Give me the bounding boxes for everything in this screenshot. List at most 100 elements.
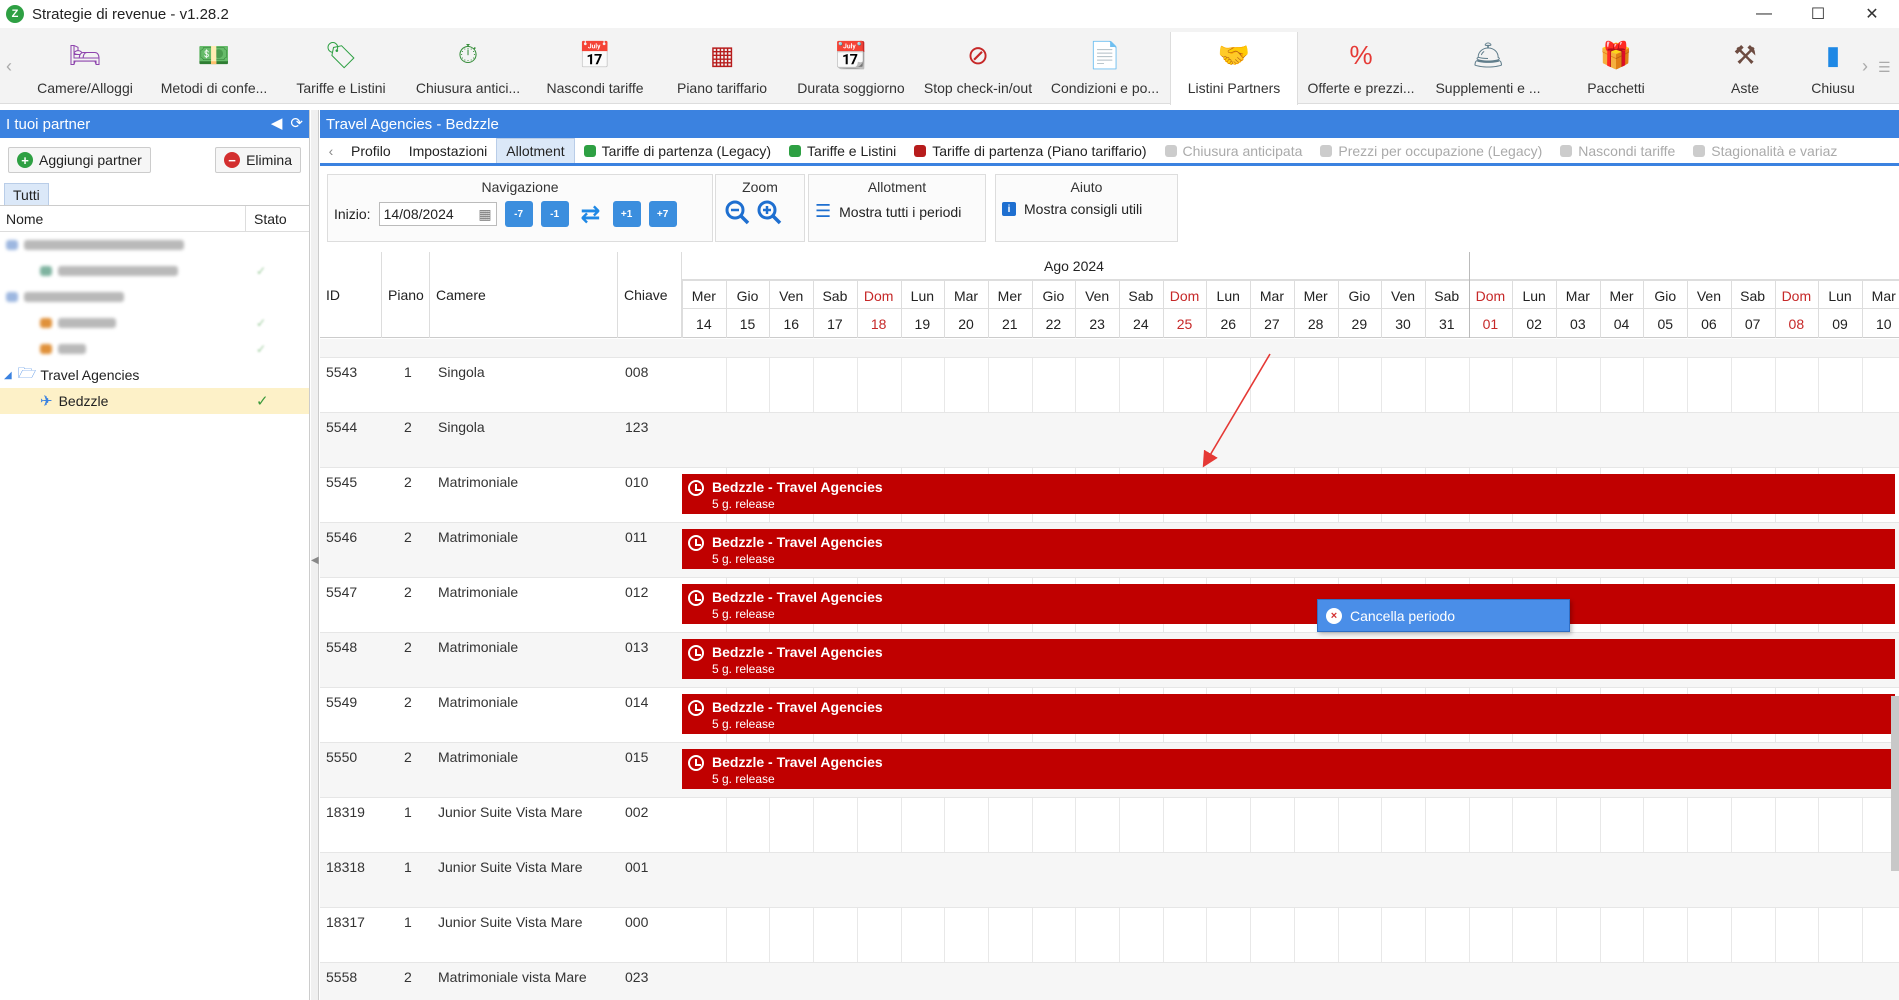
- list-icon: ☰: [815, 201, 832, 221]
- column-header-floor[interactable]: Piano: [382, 252, 430, 338]
- tree-item-blurred-child-1[interactable]: ✓: [0, 258, 309, 284]
- tree-item-blurred-group-1[interactable]: [0, 232, 309, 258]
- tab-7[interactable]: Prezzi per occupazione (Legacy): [1311, 138, 1551, 163]
- table-row[interactable]: 18319 1 Junior Suite Vista Mare 002: [320, 798, 1899, 853]
- day-separator: [1337, 280, 1339, 338]
- bed-icon: 🛏: [68, 39, 102, 70]
- tab-5[interactable]: Tariffe di partenza (Piano tariffario): [905, 138, 1155, 163]
- table-row[interactable]: 5546 2 Matrimoniale 011 Bedzzle - Travel Age…: [320, 523, 1899, 578]
- column-header-key[interactable]: Chiave: [618, 252, 682, 338]
- tab-6[interactable]: Chiusura anticipata: [1156, 138, 1312, 163]
- allotment-period-bar[interactable]: Bedzzle - Travel Agencies 5 g. release: [682, 474, 1895, 514]
- refresh-icon[interactable]: ⟳: [290, 114, 303, 132]
- table-row[interactable]: 5547 2 Matrimoniale 012 Bedzzle - Travel Age…: [320, 578, 1899, 633]
- table-row[interactable]: 5549 2 Matrimoniale 014 Bedzzle - Travel Age…: [320, 688, 1899, 743]
- tab-1[interactable]: Impostazioni: [400, 138, 497, 163]
- column-header-status[interactable]: Stato: [246, 206, 287, 231]
- ribbon-item-label: Metodi di confe...: [160, 80, 268, 96]
- cell-floor: 2: [404, 639, 412, 655]
- allotment-period-bar[interactable]: Bedzzle - Travel Agencies 5 g. release: [682, 639, 1895, 679]
- close-button[interactable]: ✕: [1845, 0, 1899, 28]
- tree-item-blurred-child-2[interactable]: ✓: [0, 310, 309, 336]
- day-separator: [900, 280, 902, 338]
- ribbon-item-12[interactable]: 🎁 Pacchetti: [1552, 32, 1680, 102]
- back-1-day-button[interactable]: -1: [540, 201, 569, 227]
- tree-item-blurred-child-3[interactable]: ✓: [0, 336, 309, 362]
- ribbon-menu-icon[interactable]: ☰: [1878, 59, 1891, 76]
- cancel-icon: ×: [1326, 607, 1342, 624]
- table-row[interactable]: 5544 2 Singola 123: [320, 413, 1899, 468]
- context-menu-cancel-period[interactable]: × Cancella periodo: [1317, 599, 1570, 632]
- tree-item-blurred-group-2[interactable]: [0, 284, 309, 310]
- start-date-input[interactable]: 14/08/2024 ▦: [378, 202, 497, 226]
- ribbon-item-3[interactable]: ⏱ Chiusura antici...: [404, 32, 532, 102]
- add-partner-button[interactable]: + Aggiungi partner: [8, 147, 151, 173]
- minimize-button[interactable]: —: [1737, 0, 1791, 28]
- table-row[interactable]: 5558 2 Matrimoniale vista Mare 023: [320, 963, 1899, 1000]
- allotment-period-bar[interactable]: Bedzzle - Travel Agencies 5 g. release: [682, 749, 1895, 789]
- tab-all[interactable]: Tutti: [4, 183, 49, 205]
- column-header-room[interactable]: Camere: [430, 252, 618, 338]
- forward-7-days-button[interactable]: +7: [648, 201, 677, 227]
- tab-8[interactable]: Nascondi tariffe: [1551, 138, 1684, 163]
- tree-item-travel-agencies[interactable]: ◢ 🗁 Travel Agencies: [0, 362, 309, 388]
- day-weekday: Gio: [1042, 288, 1065, 304]
- collapse-icon[interactable]: ◀: [271, 114, 283, 132]
- panel-splitter[interactable]: ◀: [311, 110, 319, 1000]
- ribbon-item-5[interactable]: ▦ Piano tariffario: [658, 32, 786, 102]
- tab-3[interactable]: Tariffe di partenza (Legacy): [575, 138, 780, 163]
- ribbon-next-arrow[interactable]: ›: [1862, 56, 1868, 77]
- ribbon-item-9[interactable]: 🤝 Listini Partners: [1170, 32, 1298, 105]
- allotment-bar-title: Bedzzle - Travel Agencies: [712, 479, 883, 495]
- day-weekday: Ven: [1085, 288, 1110, 304]
- table-row[interactable]: 18317 1 Junior Suite Vista Mare 000: [320, 908, 1899, 963]
- vertical-scrollbar[interactable]: [1891, 696, 1899, 871]
- column-header-name[interactable]: Nome: [0, 206, 246, 231]
- table-row[interactable]: 5545 2 Matrimoniale 010 Bedzzle - Travel Age…: [320, 468, 1899, 523]
- forward-1-day-button[interactable]: +1: [612, 201, 641, 227]
- tab-9[interactable]: Stagionalità e variaz: [1684, 138, 1846, 163]
- expand-arrow-icon[interactable]: ◢: [4, 370, 12, 381]
- column-header-id[interactable]: ID: [320, 252, 382, 338]
- ribbon-prev-arrow[interactable]: ‹: [6, 56, 12, 77]
- allotment-period-bar[interactable]: Bedzzle - Travel Agencies 5 g. release: [682, 529, 1895, 569]
- ribbon-item-7[interactable]: ⊘ Stop check-in/out: [914, 32, 1042, 102]
- delete-partner-button[interactable]: − Elimina: [215, 147, 301, 173]
- calendar-icon[interactable]: ▦: [478, 206, 491, 223]
- show-tips-button[interactable]: i Mostra consigli utili: [996, 195, 1177, 217]
- allotment-period-bar[interactable]: Bedzzle - Travel Agencies 5 g. release: [682, 694, 1895, 734]
- day-weekday: Mar: [953, 288, 979, 304]
- cell-room: Matrimoniale: [438, 584, 519, 600]
- tab-0[interactable]: Profilo: [342, 138, 400, 163]
- back-7-days-button[interactable]: -7: [504, 201, 533, 227]
- tab-label: Stagionalità e variaz: [1711, 142, 1838, 159]
- ribbon-item-13[interactable]: ⚒ Aste: [1681, 32, 1809, 102]
- ribbon-item-8[interactable]: 📄 Condizioni e po...: [1041, 32, 1169, 102]
- ribbon-item-10[interactable]: % Offerte e prezzi...: [1297, 32, 1425, 102]
- cell-id: 18317: [326, 914, 365, 930]
- tree-item-bedzzle[interactable]: ✈ Bedzzle ✓: [0, 388, 309, 414]
- tab-4[interactable]: Tariffe e Listini: [780, 138, 905, 163]
- zoom-in-icon[interactable]: [754, 197, 784, 227]
- ribbon-item-1[interactable]: 💵 Metodi di confe...: [150, 32, 278, 102]
- table-row[interactable]: 5550 2 Matrimoniale 015 Bedzzle - Travel Age…: [320, 743, 1899, 798]
- zoom-out-icon[interactable]: [722, 197, 752, 227]
- tab-label: Nascondi tariffe: [1578, 142, 1676, 159]
- ribbon-item-6[interactable]: 📆 Durata soggiorno: [787, 32, 915, 102]
- ribbon-item-0[interactable]: 🛏 Camere/Alloggi: [21, 32, 149, 102]
- ribbon-item-14[interactable]: ▮ Chiusu: [1808, 32, 1858, 102]
- table-row[interactable]: 18318 1 Junior Suite Vista Mare 001: [320, 853, 1899, 908]
- show-all-periods-button[interactable]: ☰ Mostra tutti i periodi: [809, 195, 985, 222]
- splitter-grip-icon: ◀: [311, 555, 319, 566]
- maximize-button[interactable]: ☐: [1791, 0, 1845, 28]
- today-swap-icon[interactable]: ⇄: [577, 201, 605, 228]
- tab-2[interactable]: Allotment: [496, 138, 575, 163]
- tabs-prev-arrow[interactable]: ‹: [320, 143, 342, 159]
- allotment-period-bar[interactable]: Bedzzle - Travel Agencies 5 g. release: [682, 584, 1895, 624]
- ribbon-item-4[interactable]: 📅 Nascondi tariffe: [531, 32, 659, 102]
- table-row[interactable]: 5548 2 Matrimoniale 013 Bedzzle - Travel Age…: [320, 633, 1899, 688]
- table-row[interactable]: 5543 1 Singola 008: [320, 358, 1899, 413]
- ribbon-item-11[interactable]: 🛎 Supplementi e ...: [1424, 32, 1552, 102]
- ribbon-item-2[interactable]: 🏷 Tariffe e Listini: [277, 32, 405, 102]
- cell-floor: 2: [404, 694, 412, 710]
